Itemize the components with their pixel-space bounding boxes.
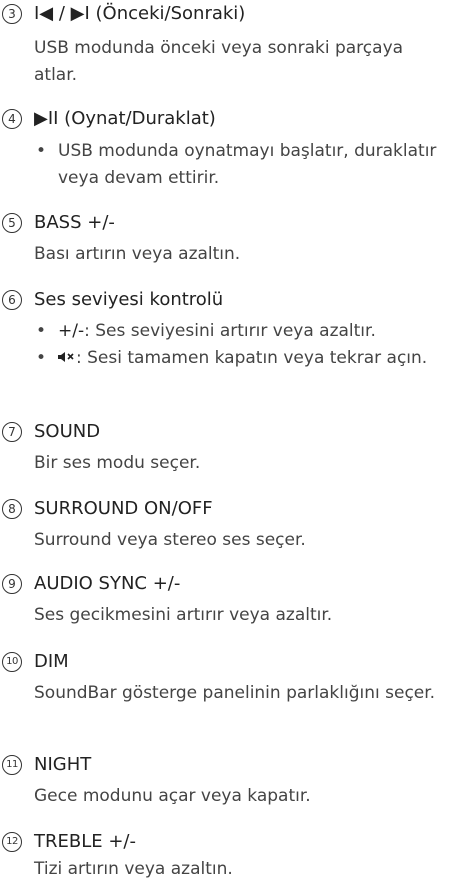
item-description: Bası artırın veya azaltın. — [34, 244, 241, 264]
item-number-badge: 7 — [2, 422, 22, 442]
item-description: Tizi artırın veya azaltın. — [34, 859, 233, 879]
bullet-item: • : Sesi tamamen kapatın veya tekrar açı… — [34, 345, 444, 373]
item-title: ▶II (Oynat/Duraklat) — [34, 108, 216, 129]
mute-icon — [58, 346, 76, 373]
item-title: I◀ / ▶I (Önceki/Sonraki) — [34, 3, 246, 24]
bullet-text: : Sesi tamamen kapatın veya tekrar açın. — [76, 348, 428, 368]
bullet-list: • +/-: Ses seviyesini artırır veya azalt… — [34, 318, 444, 373]
manual-page: 3 I◀ / ▶I (Önceki/Sonraki) USB modunda ö… — [0, 0, 452, 879]
item-title: BASS +/- — [34, 212, 115, 233]
item-number-badge: 6 — [2, 290, 22, 310]
volume-prefix: +/- — [58, 321, 85, 341]
item-title: SURROUND ON/OFF — [34, 498, 213, 519]
item-number-badge: 9 — [2, 574, 22, 594]
item-number-badge: 10 — [2, 652, 22, 672]
bullet-list: • USB modunda oynatmayı başlatır, durakl… — [34, 138, 444, 192]
bullet-item: • USB modunda oynatmayı başlatır, durakl… — [34, 138, 444, 192]
item-number-badge: 11 — [2, 755, 22, 775]
item-number-badge: 4 — [2, 109, 22, 129]
item-title: NIGHT — [34, 754, 92, 775]
item-description: Gece modunu açar veya kapatır. — [34, 786, 311, 806]
item-description: Ses gecikmesini artırır veya azaltır. — [34, 605, 333, 625]
item-number-badge: 12 — [2, 832, 22, 852]
item-number-badge: 8 — [2, 499, 22, 519]
bullet-dot: • — [36, 141, 47, 161]
bullet-item: • +/-: Ses seviyesini artırır veya azalt… — [34, 318, 444, 345]
bullet-text: : Ses seviyesini artırır veya azaltır. — [84, 321, 376, 341]
bullet-dot: • — [36, 321, 47, 341]
item-description: SoundBar gösterge panelinin parlaklığını… — [34, 683, 436, 703]
item-title: AUDIO SYNC +/- — [34, 573, 181, 594]
item-number-badge: 5 — [2, 213, 22, 233]
item-description: Bir ses modu seçer. — [34, 453, 201, 473]
item-title: SOUND — [34, 421, 101, 442]
item-description: Surround veya stereo ses seçer. — [34, 530, 306, 550]
bullet-dot: • — [36, 348, 47, 368]
item-title: DIM — [34, 651, 69, 672]
item-description: USB modunda önceki veya sonraki parçaya … — [34, 38, 404, 85]
item-number-badge: 3 — [2, 4, 22, 24]
item-title: TREBLE +/- — [34, 831, 136, 852]
bullet-text: USB modunda oynatmayı başlatır, duraklat… — [58, 141, 437, 188]
item-title: Ses seviyesi kontrolü — [34, 289, 224, 310]
